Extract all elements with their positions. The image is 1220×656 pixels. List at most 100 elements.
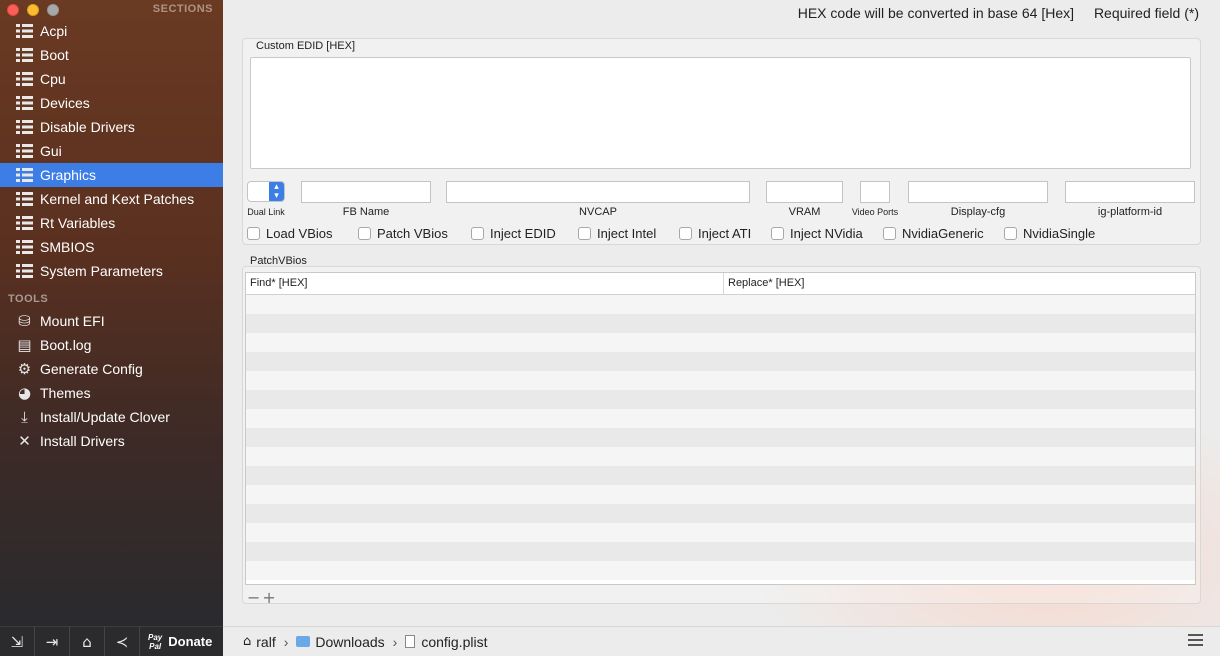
- ig-platform-id-field[interactable]: [1065, 181, 1195, 203]
- stepper-arrows-icon[interactable]: ▴ ▾: [269, 182, 284, 201]
- import-icon: ⇲: [10, 632, 24, 651]
- custom-edid-textarea[interactable]: [250, 57, 1191, 169]
- sections-header: SECTIONS: [152, 3, 213, 15]
- checkbox-inject-ati[interactable]: Inject ATI: [679, 226, 751, 241]
- table-row: [246, 352, 1195, 371]
- menu-icon[interactable]: [1188, 634, 1203, 649]
- video-ports-label: Video Ports: [851, 207, 899, 217]
- sidebar-item-label: SMBIOS: [40, 239, 95, 255]
- tool-item-mount-efi[interactable]: ⛁ Mount EFI: [0, 309, 223, 333]
- checkbox-box[interactable]: [247, 227, 260, 240]
- patchvbios-table[interactable]: Find* [HEX] Replace* [HEX]: [245, 272, 1196, 585]
- table-row: [246, 409, 1195, 428]
- gears-icon: ⚙: [17, 359, 32, 378]
- list-icon: [16, 216, 33, 231]
- vram-label: VRAM: [788, 206, 821, 218]
- table-row: [246, 333, 1195, 352]
- checkbox-nvidiasingle[interactable]: NvidiaSingle: [1004, 226, 1095, 241]
- home-button[interactable]: ⌂: [70, 626, 105, 656]
- sidebar-item-smbios[interactable]: SMBIOS: [0, 235, 223, 259]
- sidebar-item-acpi[interactable]: Acpi: [0, 19, 223, 43]
- tool-item-install-drivers[interactable]: ✕ Install Drivers: [0, 429, 223, 453]
- checkbox-box[interactable]: [771, 227, 784, 240]
- donate-label: Donate: [168, 634, 213, 649]
- sidebar-item-boot[interactable]: Boot: [0, 43, 223, 67]
- checkbox-box[interactable]: [883, 227, 896, 240]
- window-minimize-button[interactable]: [27, 4, 39, 16]
- checkbox-label: Inject Intel: [597, 226, 657, 241]
- checkbox-patch-vbios[interactable]: Patch VBios: [358, 226, 448, 241]
- tool-item-themes[interactable]: ◕ Themes: [0, 381, 223, 405]
- table-row: [246, 390, 1195, 409]
- checkbox-box[interactable]: [679, 227, 692, 240]
- video-ports-field[interactable]: [860, 181, 890, 203]
- tool-item-generate-config[interactable]: ⚙ Generate Config: [0, 357, 223, 381]
- folder-icon: [296, 636, 311, 647]
- checkbox-inject-edid[interactable]: Inject EDID: [471, 226, 556, 241]
- sidebar-item-kernel-and-kext-patches[interactable]: Kernel and Kext Patches: [0, 187, 223, 211]
- sidebar-item-label: Graphics: [40, 167, 97, 183]
- list-icon: [16, 144, 33, 159]
- sidebar-item-label: Devices: [40, 95, 90, 111]
- edid-title: Custom EDID [HEX]: [256, 40, 356, 52]
- list-icon: [16, 240, 33, 255]
- table-row: [246, 561, 1195, 580]
- vram-field[interactable]: [766, 181, 843, 203]
- share-icon: ≺: [115, 632, 129, 651]
- sidebar-item-system-parameters[interactable]: System Parameters: [0, 259, 223, 283]
- sidebar-item-cpu[interactable]: Cpu: [0, 67, 223, 91]
- checkbox-inject-nvidia[interactable]: Inject NVidia: [771, 226, 863, 241]
- table-row: [246, 542, 1195, 561]
- home-folder-icon: ⌂: [243, 634, 252, 649]
- checkbox-inject-intel[interactable]: Inject Intel: [578, 226, 656, 241]
- path-folder[interactable]: Downloads: [315, 634, 384, 650]
- list-icon: [16, 72, 33, 87]
- display-cfg-field[interactable]: [908, 181, 1048, 203]
- tool-item-label: Install/Update Clover: [40, 409, 170, 425]
- patchvbios-title: PatchVBios: [250, 255, 307, 267]
- table-row: [246, 447, 1195, 466]
- list-icon: [16, 264, 33, 279]
- list-icon: [16, 120, 33, 135]
- sidebar-item-label: Disable Drivers: [40, 119, 135, 135]
- add-remove-row-buttons[interactable]: −+: [247, 588, 278, 607]
- log-icon: ▤: [17, 335, 32, 354]
- dual-link-stepper[interactable]: ▴ ▾: [247, 181, 285, 202]
- checkbox-load-vbios[interactable]: Load VBios: [247, 226, 333, 241]
- column-replace[interactable]: Replace* [HEX]: [724, 273, 1195, 294]
- window-zoom-button[interactable]: [47, 4, 59, 16]
- share-button[interactable]: ≺: [105, 626, 140, 656]
- window-close-button[interactable]: [7, 4, 19, 16]
- sidebar-item-gui[interactable]: Gui: [0, 139, 223, 163]
- path-home[interactable]: ralf: [256, 634, 275, 650]
- tool-item-install-update-clover[interactable]: ⤓ Install/Update Clover: [0, 405, 223, 429]
- import-button[interactable]: ⇲: [0, 626, 35, 656]
- fb-name-field[interactable]: [301, 181, 431, 203]
- path-file[interactable]: config.plist: [421, 634, 487, 650]
- path-separator: ›: [392, 633, 398, 650]
- hex-note: HEX code will be converted in base 64 [H…: [797, 5, 1074, 21]
- checkbox-label: NvidiaGeneric: [902, 226, 984, 241]
- tools-icon: ✕: [18, 431, 31, 450]
- nvcap-label: NVCAP: [579, 206, 617, 218]
- fb-name-label: FB Name: [342, 206, 390, 218]
- checkbox-nvidiageneric[interactable]: NvidiaGeneric: [883, 226, 984, 241]
- sidebar-item-graphics[interactable]: Graphics: [0, 163, 223, 187]
- path-separator: ›: [283, 633, 289, 650]
- export-icon: ⇥: [45, 632, 59, 651]
- tool-item-boot-log[interactable]: ▤ Boot.log: [0, 333, 223, 357]
- table-row: [246, 314, 1195, 333]
- checkbox-box[interactable]: [471, 227, 484, 240]
- sidebar-item-devices[interactable]: Devices: [0, 91, 223, 115]
- tool-item-label: Mount EFI: [40, 313, 105, 329]
- sidebar-item-rt-variables[interactable]: Rt Variables: [0, 211, 223, 235]
- column-find[interactable]: Find* [HEX]: [246, 273, 724, 294]
- checkbox-box[interactable]: [358, 227, 371, 240]
- nvcap-field[interactable]: [446, 181, 750, 203]
- export-button[interactable]: ⇥: [35, 626, 70, 656]
- sidebar-item-disable-drivers[interactable]: Disable Drivers: [0, 115, 223, 139]
- checkbox-box[interactable]: [578, 227, 591, 240]
- donate-button[interactable]: Pay Pal Donate: [140, 633, 212, 651]
- checkbox-box[interactable]: [1004, 227, 1017, 240]
- checkbox-label: NvidiaSingle: [1023, 226, 1096, 241]
